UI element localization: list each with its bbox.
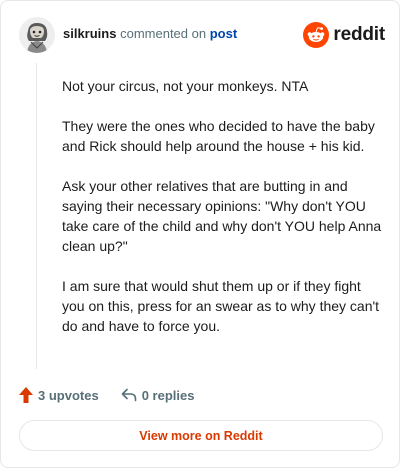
comment-meta: silkruins commented on post xyxy=(63,26,237,42)
comment-paragraph: They were the ones who decided to have t… xyxy=(62,118,375,154)
reply-count: 0 replies xyxy=(141,387,195,403)
comment-paragraph: I am sure that would shut them up or if … xyxy=(62,278,380,334)
reply-arrow-icon xyxy=(121,388,136,402)
username[interactable]: silkruins xyxy=(63,26,116,41)
comment-header: silkruins commented on post reddit xyxy=(19,17,385,53)
upvote-count: 3 upvotes xyxy=(38,387,99,403)
action-text: commented on xyxy=(120,26,207,41)
view-more-button[interactable]: View more on Reddit xyxy=(19,420,383,451)
reddit-logo[interactable]: reddit xyxy=(303,21,385,49)
reddit-comment-embed: silkruins commented on post reddit Not y… xyxy=(0,0,400,468)
upvote-button[interactable]: 3 upvotes xyxy=(19,387,99,403)
reddit-snoo-icon xyxy=(303,22,330,48)
comment-body: Not your circus, not your monkeys. NTA T… xyxy=(62,76,382,356)
upvote-arrow-icon xyxy=(19,387,33,403)
thread-line xyxy=(36,63,37,369)
reddit-wordmark: reddit xyxy=(333,24,385,45)
comment-paragraph: Not your circus, not your monkeys. NTA xyxy=(62,78,309,94)
post-link[interactable]: post xyxy=(210,26,237,41)
avatar[interactable] xyxy=(19,17,55,53)
avatar-sketch-icon xyxy=(19,17,55,53)
reply-button[interactable]: 0 replies xyxy=(121,387,195,403)
comment-paragraph: Ask your other relatives that are buttin… xyxy=(62,178,382,254)
comment-actions: 3 upvotes 0 replies xyxy=(19,385,194,405)
